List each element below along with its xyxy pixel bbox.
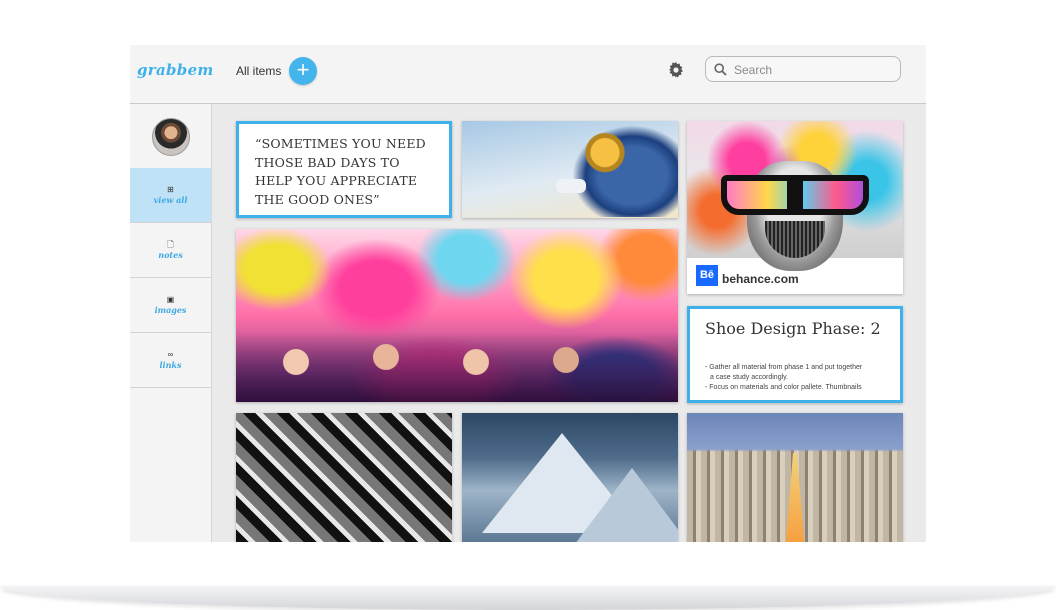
search-input[interactable]: [732, 61, 896, 79]
holi-festival-image[interactable]: [236, 229, 678, 402]
note-card[interactable]: Shoe Design Phase: 2 - Gather all materi…: [687, 306, 903, 403]
link-preview-image: [687, 121, 903, 271]
geometric-architecture-image[interactable]: [236, 413, 452, 542]
top-bar: grabbem All items +: [130, 45, 926, 104]
crowd-silhouette: [236, 332, 678, 402]
quote-card[interactable]: “SOMETIMES YOU NEED THOSE BAD DAYS TO HE…: [236, 121, 452, 218]
glasses-bridge: [787, 175, 803, 215]
mountain-peak: [572, 468, 678, 542]
laptop-base: [0, 586, 1056, 610]
grid-icon: ⊞: [167, 185, 174, 194]
sidebar-item-view-all[interactable]: ⊞ view all: [130, 168, 211, 223]
quote-text: “SOMETIMES YOU NEED THOSE BAD DAYS TO HE…: [255, 136, 426, 207]
search-icon: [714, 63, 727, 76]
sidebar-item-label: links: [159, 360, 182, 370]
city-street: [785, 453, 805, 542]
note-title: Shoe Design Phase: 2: [705, 319, 881, 338]
sidebar-item-links[interactable]: ∞ links: [130, 333, 211, 388]
behance-logo-icon: Bē: [696, 265, 718, 286]
astronaut-image[interactable]: [462, 121, 678, 218]
note-body: - Gather all material from phase 1 and p…: [705, 363, 895, 393]
astronaut-glove: [556, 179, 586, 193]
sidebar-item-label: view all: [153, 195, 188, 205]
app-logo[interactable]: grabbem: [137, 61, 214, 79]
note-line: a case study accordingly.: [710, 374, 789, 381]
note-line: - Gather all material from phase 1 and p…: [705, 364, 863, 371]
sidebar-item-notes[interactable]: 🗋 notes: [130, 223, 211, 278]
user-avatar[interactable]: [152, 118, 190, 156]
link-card[interactable]: Bē behance.com: [687, 121, 903, 294]
link-domain[interactable]: behance.com: [722, 272, 799, 286]
sidebar: ⊞ view all 🗋 notes ▣ images ∞ links: [130, 104, 212, 542]
add-item-button[interactable]: +: [289, 57, 317, 85]
sidebar-item-label: notes: [158, 250, 183, 260]
view-title: All items: [236, 64, 282, 78]
san-francisco-city-image[interactable]: [687, 413, 903, 542]
search-box[interactable]: [705, 56, 901, 82]
sidebar-item-images[interactable]: ▣ images: [130, 278, 211, 333]
app-screen: grabbem All items + ⊞ view all 🗋 notes ▣…: [130, 45, 926, 542]
note-line: - Focus on materials and color pallete. …: [705, 384, 862, 391]
snowy-mountain-image[interactable]: [462, 413, 678, 542]
sidebar-item-label: images: [154, 305, 187, 315]
astronaut-figure: [572, 125, 678, 217]
link-icon: ∞: [167, 350, 174, 359]
note-icon: 🗋: [167, 240, 174, 249]
image-icon: ▣: [166, 295, 175, 304]
gear-icon[interactable]: [668, 62, 684, 78]
